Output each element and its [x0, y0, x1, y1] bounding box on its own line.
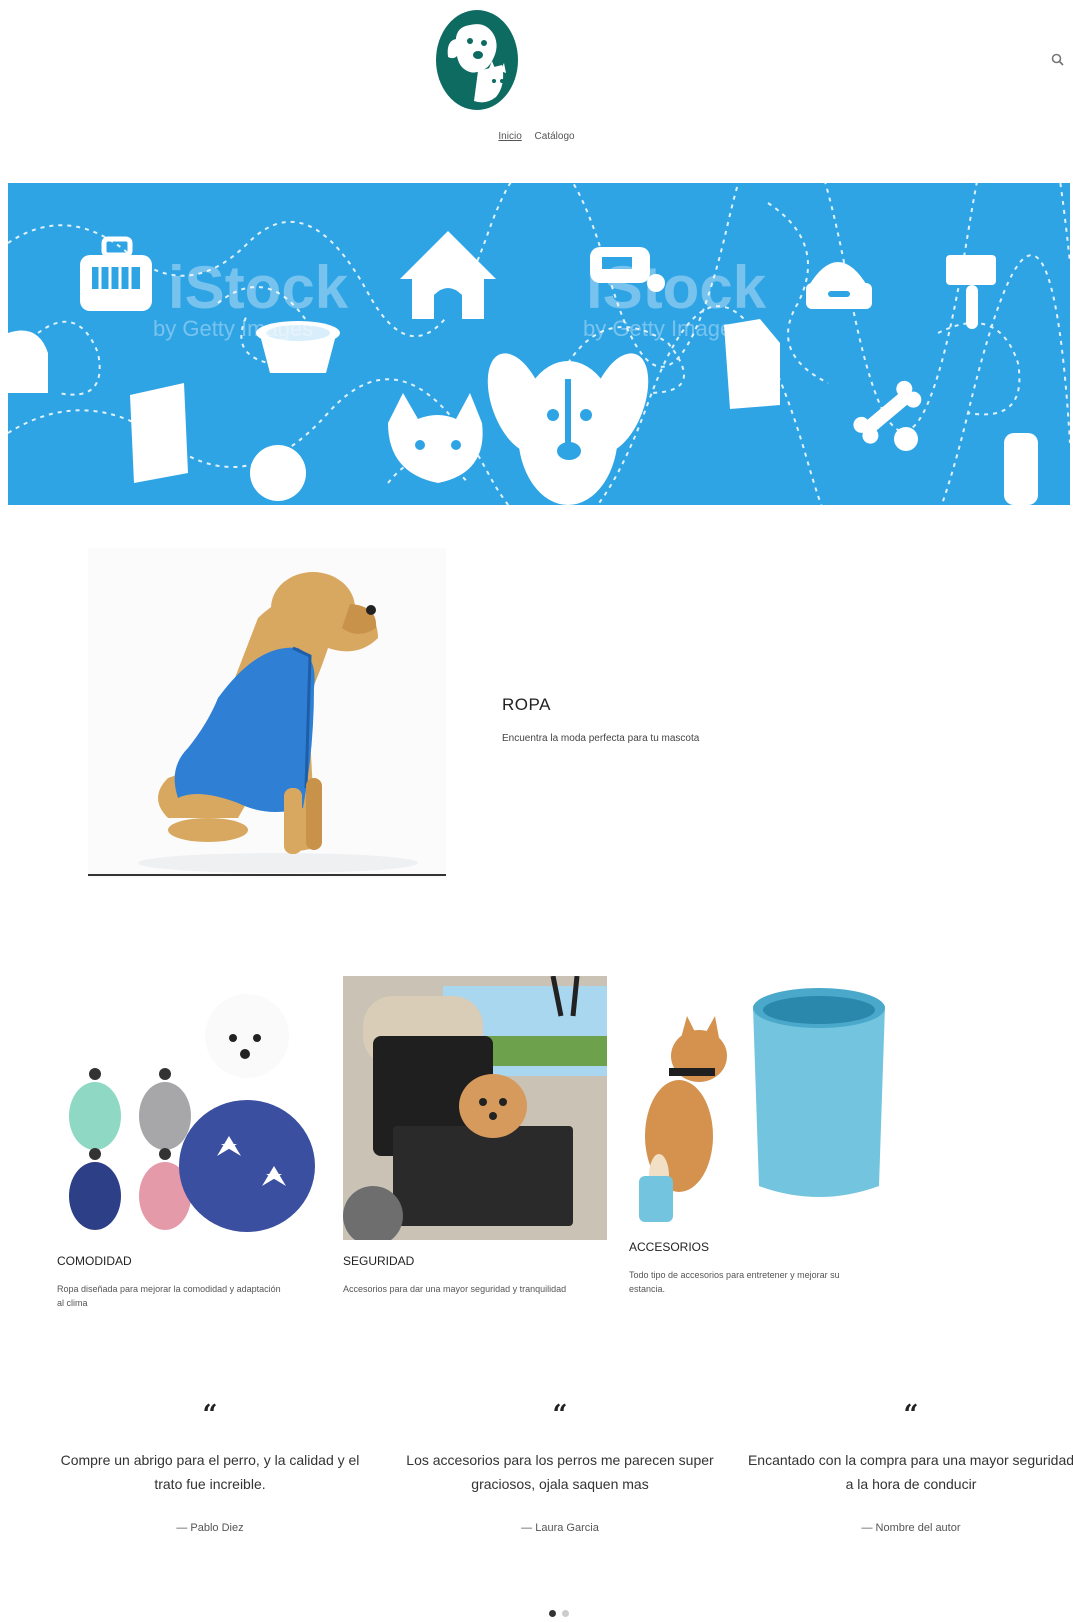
collection-text-comodidad: Ropa diseñada para mejorar la comodidad … — [57, 1284, 281, 1308]
featured-title: ROPA — [502, 695, 551, 714]
nav-link-catalogo[interactable]: Catálogo — [535, 131, 575, 142]
quote-icon: “ — [903, 1400, 919, 1430]
pet-pattern-image: iStock by Getty Images iStock by Getty I… — [8, 183, 1070, 505]
collection-image-comodidad[interactable] — [57, 976, 321, 1240]
svg-text:by Getty Images: by Getty Images — [153, 316, 313, 341]
testimonial-text: Encantado con la compra para una mayor s… — [747, 1452, 1073, 1492]
collection-title-seguridad: SEGURIDAD — [343, 1254, 415, 1268]
featured-text: Encuentra la moda perfecta para tu masco… — [502, 733, 700, 744]
svg-text:iStock: iStock — [586, 254, 767, 321]
main-nav: Inicio Catálogo — [0, 131, 1073, 142]
collection-card-comodidad[interactable]: COMODIDAD Ropa diseñada para mejorar la … — [57, 976, 321, 1310]
collection-title-comodidad: COMODIDAD — [57, 1254, 132, 1268]
svg-text:iStock: iStock — [168, 254, 349, 321]
dog-in-blue-vest-image — [88, 548, 446, 878]
testimonial-2: “ Los accesorios para los perros me pare… — [395, 1400, 725, 1534]
featured-image[interactable] — [88, 548, 446, 878]
collection-text-seguridad: Accesorios para dar una mayor seguridad … — [343, 1284, 567, 1294]
dog-cat-logo-icon — [436, 10, 518, 110]
store-logo[interactable] — [434, 5, 520, 111]
hero-banner[interactable]: iStock by Getty Images iStock by Getty I… — [8, 183, 1070, 505]
testimonial-text: Compre un abrigo para el perro, y la cal… — [60, 1452, 360, 1492]
collection-image-seguridad[interactable] — [343, 976, 607, 1240]
slider-dots — [549, 1604, 575, 1622]
collection-card-seguridad[interactable]: SEGURIDAD Accesorios para dar una mayor … — [343, 976, 607, 1296]
testimonial-author: — Nombre del autor — [861, 1522, 961, 1534]
search-icon[interactable] — [1050, 52, 1066, 68]
svg-text:by Getty Images: by Getty Images — [583, 316, 743, 341]
testimonial-author: — Pablo Diez — [176, 1522, 244, 1534]
collection-card-accesorios[interactable]: ACCESORIOS Todo tipo de accesorios para … — [629, 976, 893, 1296]
testimonial-1: “ Compre un abrigo para el perro, y la c… — [45, 1400, 375, 1534]
collection-title-accesorios: ACCESORIOS — [629, 1240, 710, 1254]
quote-icon: “ — [202, 1400, 218, 1430]
testimonial-author: — Laura Garcia — [521, 1522, 599, 1534]
testimonial-3: “ Encantado con la compra para una mayor… — [746, 1400, 1073, 1534]
testimonial-text: Los accesorios para los perros me parece… — [406, 1452, 714, 1492]
collection-image-accesorios[interactable] — [629, 976, 893, 1226]
nav-link-inicio[interactable]: Inicio — [498, 131, 521, 142]
quote-icon: “ — [552, 1400, 568, 1430]
collection-text-accesorios: Todo tipo de accesorios para entretener … — [629, 1270, 840, 1294]
